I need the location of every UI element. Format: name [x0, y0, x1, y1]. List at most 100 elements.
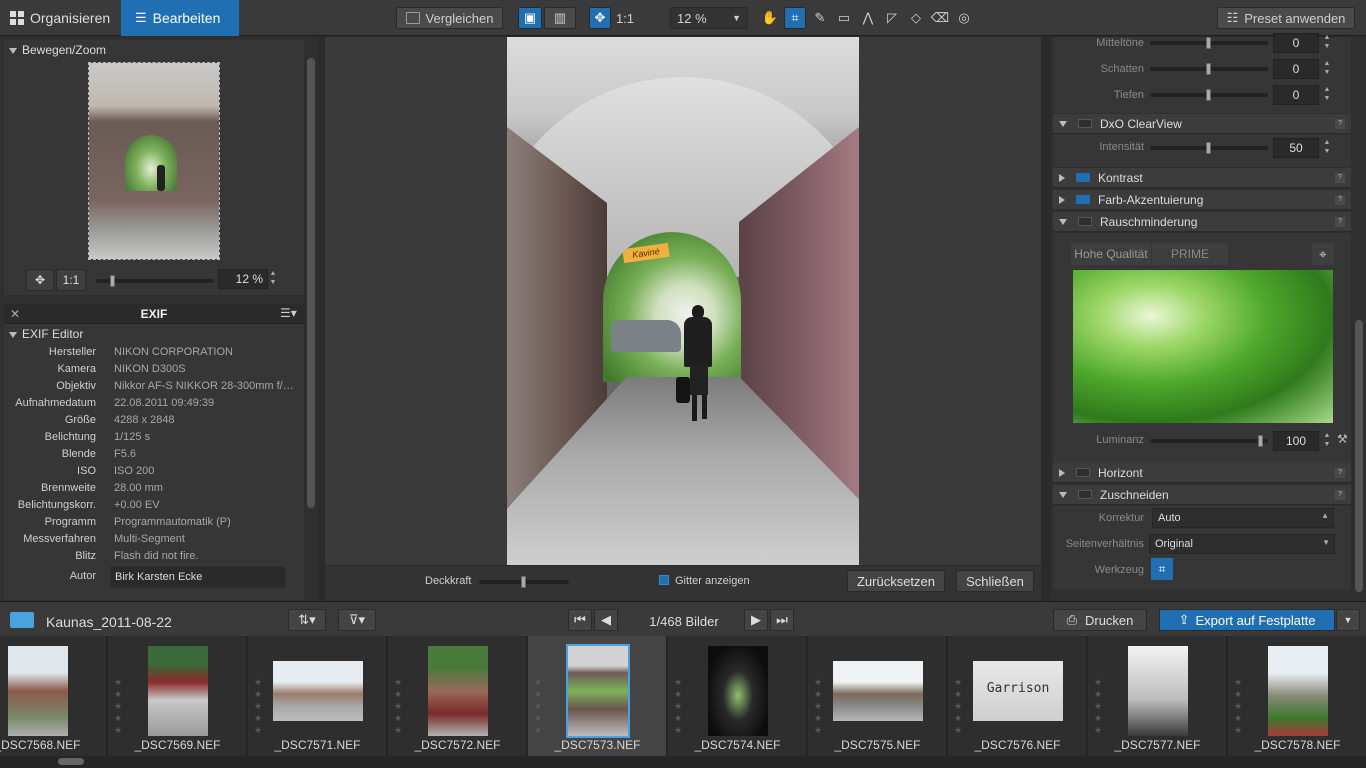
right-splitter[interactable] [1041, 37, 1051, 601]
luminance-field[interactable]: 100 [1273, 431, 1319, 451]
close-button[interactable]: Schließen [956, 570, 1034, 592]
print-button[interactable]: ⎙ Drucken [1053, 609, 1147, 631]
rating-stars[interactable]: ★ ★ ★ ★ ★ [394, 676, 402, 736]
rating-stars[interactable]: ★ ★ ★ ★ ★ [954, 676, 962, 736]
prev-image-button[interactable]: ◀ [594, 609, 618, 631]
filmstrip-thumbnail[interactable]: ★ ★ ★ ★ ★ _DSC7578.NEF [1228, 636, 1366, 756]
tone-slider[interactable] [1150, 37, 1268, 49]
ratio-select[interactable]: Original ▼ [1149, 534, 1335, 554]
fit-button[interactable]: ✥ [589, 7, 611, 29]
folder-name[interactable]: Kaunas_2011-08-22 [46, 614, 172, 630]
exif-editor-header[interactable]: EXIF Editor [9, 327, 83, 341]
filmstrip-thumbnail[interactable]: ★ ★ ★ ★ ★ _DSC7575.NEF [808, 636, 947, 756]
repair-tool[interactable]: ◇ [906, 7, 926, 29]
nav-one-to-one-button[interactable]: 1:1 [56, 269, 86, 291]
color-accent-header[interactable]: Farb-Akzentuierung? [1053, 190, 1351, 210]
right-scrollbar[interactable] [1355, 320, 1363, 592]
correction-select[interactable]: Auto ▲ [1152, 508, 1334, 528]
first-image-button[interactable]: ⏮ [568, 609, 592, 631]
help-icon[interactable]: ? [1335, 216, 1345, 227]
compare-button[interactable]: Vergleichen [396, 7, 503, 29]
left-scrollbar[interactable] [307, 58, 315, 508]
nav-fit-button[interactable]: ✥ [26, 269, 54, 291]
noise-preview-target[interactable]: ⌖ [1312, 243, 1334, 265]
intensity-stepper[interactable]: ▲ ▼ [1322, 138, 1332, 158]
help-icon[interactable]: ? [1335, 172, 1345, 183]
navigator-frame[interactable] [88, 62, 220, 260]
magic-wand-icon[interactable]: ⚒ [1337, 432, 1348, 446]
luminance-slider[interactable] [1150, 435, 1268, 447]
filmstrip-thumbnail[interactable]: ★ ★ ★ ★ ★ _DSC7577.NEF [1088, 636, 1227, 756]
apply-preset-button[interactable]: ☷ Preset anwenden [1217, 7, 1355, 29]
crop-checkbox[interactable] [1078, 490, 1092, 499]
filmstrip-thumbnail[interactable]: ★ ★ ★ ★ ★ _DSC7574.NEF [668, 636, 807, 756]
tone-field[interactable]: 0 [1273, 59, 1319, 79]
tone-field[interactable]: 0 [1273, 33, 1319, 53]
rating-stars[interactable]: ★ ★ ★ ★ ★ [1094, 676, 1102, 736]
contrast-checkbox[interactable] [1076, 173, 1090, 182]
crop-header[interactable]: Zuschneiden? [1053, 485, 1351, 505]
help-icon[interactable]: ? [1335, 118, 1345, 129]
noise-header[interactable]: Rauschminderung? [1053, 212, 1351, 232]
redeye-tool[interactable]: ◎ [954, 7, 974, 29]
main-image[interactable]: Kavinė [507, 37, 859, 565]
help-icon[interactable]: ? [1335, 489, 1345, 500]
luminance-knob[interactable] [1258, 435, 1263, 447]
grid-checkbox[interactable] [659, 575, 669, 585]
last-image-button[interactable]: ⏭ [770, 609, 794, 631]
intensity-field[interactable]: 50 [1273, 138, 1319, 158]
nav-zoom-knob[interactable] [110, 275, 115, 287]
crop-tool-button[interactable]: ⌗ [1151, 558, 1173, 580]
filmstrip-thumbnail[interactable]: ★ ★ ★ ★ ★ _DSC7573.NEF [528, 636, 667, 756]
edit-tab[interactable]: ☰ Bearbeiten [121, 0, 239, 36]
organize-tab[interactable]: Organisieren [2, 4, 120, 32]
rating-stars[interactable]: ★ ★ ★ ★ ★ [1234, 676, 1242, 736]
tone-stepper[interactable]: ▲ ▼ [1322, 85, 1332, 105]
left-splitter[interactable] [318, 37, 324, 601]
eraser-tool[interactable]: ⌫ [930, 7, 950, 29]
move-zoom-header[interactable]: Bewegen/Zoom [9, 43, 106, 57]
rating-stars[interactable]: ★ ★ ★ ★ ★ [814, 676, 822, 736]
filmstrip-thumbnail[interactable]: ★ ★ ★ ★ ★ _DSC7572.NEF [388, 636, 527, 756]
filmstrip-scrollbar[interactable] [58, 758, 84, 765]
rating-stars[interactable]: ★ ★ ★ ★ ★ [534, 676, 542, 736]
clearview-checkbox[interactable] [1078, 119, 1092, 128]
nav-zoom-slider[interactable] [96, 275, 214, 287]
tone-field[interactable]: 0 [1273, 85, 1319, 105]
eyedropper-tool[interactable]: ✎ [810, 7, 830, 29]
zoom-select[interactable]: 12 % ▼ [670, 7, 748, 29]
filmstrip-thumbnail[interactable]: ★ ★ ★ ★ ★ Garrison _DSC7576.NEF [948, 636, 1087, 756]
single-view-button[interactable]: ▣ [518, 7, 542, 29]
clearview-header[interactable]: DxO ClearView? [1053, 114, 1351, 134]
noise-hq-button[interactable]: Hohe Qualität [1071, 243, 1151, 265]
luminance-stepper[interactable]: ▲ ▼ [1322, 431, 1332, 451]
menu-icon[interactable]: ☰▾ [280, 306, 297, 320]
intensity-knob[interactable] [1206, 142, 1211, 154]
export-menu-button[interactable]: ▼ [1336, 609, 1360, 631]
tone-slider[interactable] [1150, 63, 1268, 75]
tone-slider[interactable] [1150, 89, 1268, 101]
rating-stars[interactable]: ★ ★ ★ ★ ★ [674, 676, 682, 736]
help-icon[interactable]: ? [1335, 194, 1345, 205]
horizon-checkbox[interactable] [1076, 468, 1090, 477]
crop-tool[interactable]: ⌗ [784, 7, 806, 29]
contrast-header[interactable]: Kontrast? [1053, 168, 1351, 188]
rating-stars[interactable]: ★ ★ ★ ★ ★ [114, 676, 122, 736]
noise-checkbox[interactable] [1078, 217, 1092, 226]
tone-knob[interactable] [1206, 63, 1211, 75]
intensity-slider[interactable] [1150, 142, 1268, 154]
opacity-slider[interactable] [479, 576, 569, 588]
reset-button[interactable]: Zurücksetzen [847, 570, 945, 592]
filmstrip-thumbnail[interactable]: ★ ★ ★ ★ ★ _DSC7571.NEF [248, 636, 387, 756]
tone-stepper[interactable]: ▲ ▼ [1322, 59, 1332, 79]
opacity-knob[interactable] [521, 576, 526, 588]
hand-tool[interactable]: ✋ [760, 7, 780, 29]
noise-prime-button[interactable]: PRIME [1152, 243, 1228, 265]
tone-knob[interactable] [1206, 37, 1211, 49]
split-view-button[interactable]: ▥ [544, 7, 576, 29]
perspective-tool[interactable]: ⋀ [858, 7, 878, 29]
nav-zoom-field[interactable]: 12 % [218, 269, 268, 289]
sort-button[interactable]: ⇅▾ [288, 609, 326, 631]
author-field[interactable]: Birk Karsten Ecke [110, 566, 286, 588]
tone-stepper[interactable]: ▲ ▼ [1322, 33, 1332, 53]
